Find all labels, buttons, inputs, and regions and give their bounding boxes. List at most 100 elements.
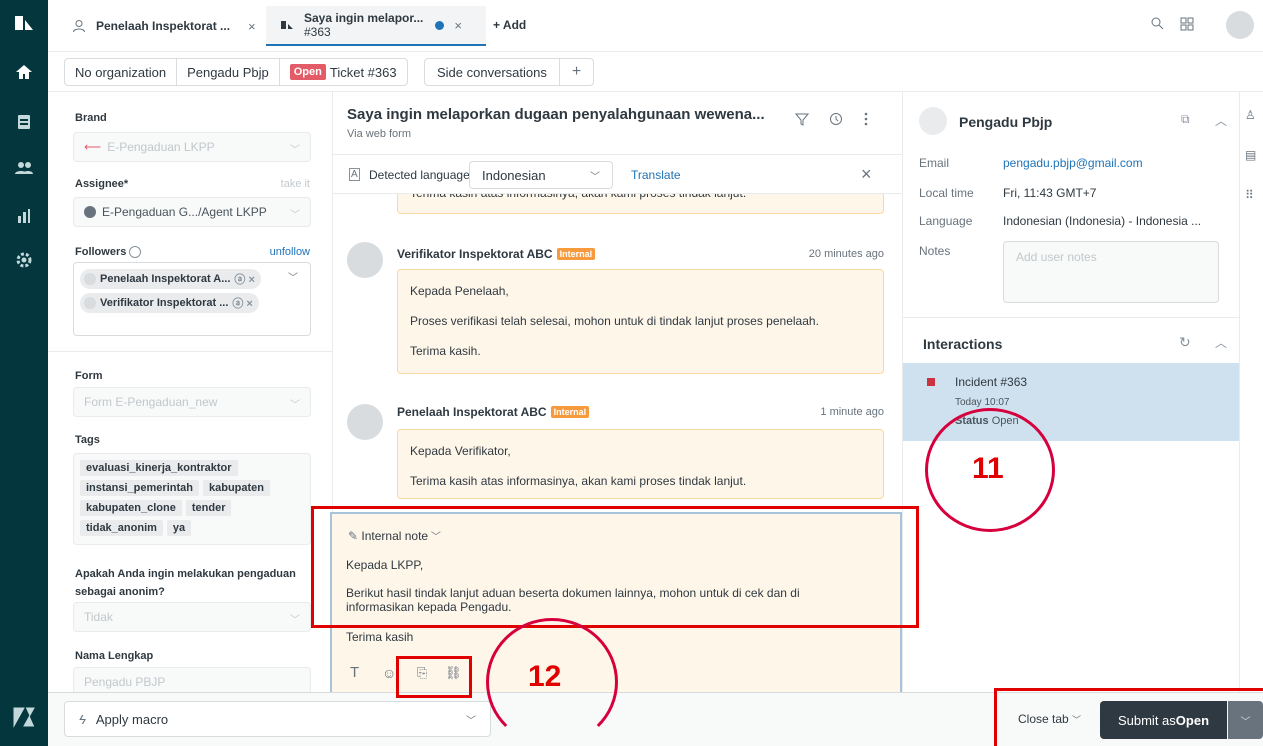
message-time: 1 minute ago bbox=[820, 406, 884, 418]
chevron-up-icon[interactable]: ︿ bbox=[1215, 112, 1227, 129]
anonim-value: Tidak bbox=[84, 610, 113, 624]
crumb-requester[interactable]: Pengadu Pbjp bbox=[177, 59, 280, 85]
tag-chip[interactable]: ya bbox=[166, 520, 192, 536]
detected-language-label: Detected language bbox=[369, 168, 470, 182]
notes-label: Notes bbox=[919, 244, 951, 258]
language-value: Indonesian bbox=[482, 167, 546, 183]
assignee-label: Assignee* bbox=[75, 178, 129, 190]
chevron-up-icon[interactable]: ︿ bbox=[1215, 334, 1227, 351]
admin-gear-icon[interactable] bbox=[14, 250, 34, 270]
ticket-number: Ticket #363 bbox=[329, 64, 397, 80]
refresh-icon[interactable]: ↻ bbox=[1179, 334, 1191, 351]
chevron-down-icon: ﹀ bbox=[290, 145, 300, 156]
customers-icon[interactable] bbox=[14, 158, 34, 178]
add-side-conversation-button[interactable]: + bbox=[558, 59, 593, 85]
apps-grid-icon[interactable] bbox=[1180, 17, 1194, 31]
tag-chip[interactable]: tidak_anonim bbox=[80, 520, 163, 536]
tags-field[interactable]: evaluasi_kinerja_kontraktor instansi_pem… bbox=[73, 453, 311, 545]
nama-lengkap-field[interactable]: Pengadu PBJP bbox=[73, 667, 311, 692]
take-it-link[interactable]: take it bbox=[281, 178, 310, 190]
side-conversations-button[interactable]: Side conversations bbox=[425, 59, 559, 85]
avatar bbox=[347, 404, 383, 440]
annotation-number-11: 11 bbox=[972, 452, 1004, 485]
close-icon[interactable]: ⓐ × bbox=[232, 295, 252, 311]
annotation-number-12: 12 bbox=[528, 660, 562, 693]
customer-name[interactable]: Pengadu Pbjp bbox=[959, 114, 1052, 130]
follower-chip[interactable]: Verifikator Inspektorat ... ⓐ × bbox=[80, 293, 259, 313]
user-icon bbox=[73, 20, 85, 33]
add-tab-button[interactable]: + Add bbox=[493, 18, 526, 32]
author-name[interactable]: Verifikator Inspektorat ABC bbox=[397, 247, 553, 261]
status-badge: Open bbox=[289, 64, 326, 80]
apps-icon[interactable]: ⠿ bbox=[1245, 188, 1254, 202]
tag-chip[interactable]: tender bbox=[185, 500, 232, 516]
apply-macro-select[interactable]: ϟ Apply macro ﹀ bbox=[64, 701, 491, 737]
history-icon[interactable] bbox=[829, 112, 843, 126]
profile-avatar[interactable] bbox=[1226, 11, 1254, 39]
reporting-icon[interactable] bbox=[14, 206, 34, 226]
main-nav bbox=[0, 0, 48, 746]
home-icon[interactable] bbox=[14, 62, 34, 82]
assignee-select[interactable]: E-Pengaduan G.../Agent LKPP ﹀ bbox=[73, 197, 311, 227]
email-label: Email bbox=[919, 156, 950, 170]
tag-chip[interactable]: kabupaten_clone bbox=[80, 500, 182, 516]
tab-ticket-363[interactable]: Saya ingin melapor... #363 × bbox=[266, 6, 486, 46]
customer-context-icon[interactable]: ♙ bbox=[1245, 108, 1256, 122]
brand-select[interactable]: ⟵ E-Pengaduan LKPP ﹀ bbox=[73, 132, 311, 162]
chevron-down-icon: ﹀ bbox=[466, 716, 476, 727]
zendesk-product-icon[interactable] bbox=[12, 706, 36, 728]
form-value: Form E-Pengaduan_new bbox=[84, 395, 218, 409]
tab-title: Saya ingin melapor... bbox=[304, 11, 424, 25]
more-options-icon[interactable] bbox=[863, 112, 869, 126]
composer-line: Terima kasih bbox=[346, 630, 414, 644]
crumb-ticket[interactable]: Open Ticket #363 bbox=[280, 59, 407, 85]
filter-icon[interactable] bbox=[795, 112, 809, 126]
follower-chip[interactable]: Penelaah Inspektorat A... ⓐ × bbox=[80, 269, 261, 289]
translate-link[interactable]: Translate bbox=[631, 168, 681, 182]
info-icon bbox=[129, 246, 142, 259]
open-external-icon[interactable]: ⧉ bbox=[1181, 112, 1190, 127]
followers-field[interactable]: Penelaah Inspektorat A... ⓐ × Verifikator… bbox=[73, 262, 311, 336]
tab-title: Penelaah Inspektorat ... bbox=[96, 19, 231, 33]
brand-label: Brand bbox=[75, 112, 107, 124]
tag-chip[interactable]: kabupaten bbox=[202, 480, 270, 496]
ticket-subject[interactable]: Saya ingin melaporkan dugaan penyalahgun… bbox=[347, 106, 765, 123]
author-name[interactable]: Penelaah Inspektorat ABC bbox=[397, 405, 547, 419]
close-icon[interactable]: × bbox=[454, 18, 462, 33]
zendesk-logo[interactable] bbox=[13, 12, 35, 34]
internal-badge: Internal bbox=[550, 406, 590, 418]
incident-status-icon bbox=[927, 378, 935, 386]
chevron-down-icon[interactable]: ﹀ bbox=[288, 269, 298, 284]
unsaved-dot bbox=[435, 20, 445, 30]
message-line: Proses verifikasi telah selesai, mohon u… bbox=[410, 314, 819, 328]
interactions-header: Interactions ↻ ︿ bbox=[903, 317, 1240, 363]
close-icon[interactable]: × bbox=[861, 164, 872, 185]
form-select[interactable]: Form E-Pengaduan_new ﹀ bbox=[73, 387, 311, 417]
tag-chip[interactable]: evaluasi_kinerja_kontraktor bbox=[80, 460, 238, 476]
tab-penelaah[interactable]: Penelaah Inspektorat ... × bbox=[62, 6, 267, 46]
notes-field[interactable]: Add user notes bbox=[1003, 241, 1219, 303]
anonim-select[interactable]: Tidak ﹀ bbox=[73, 602, 311, 632]
email-value[interactable]: pengadu.pbjp@gmail.com bbox=[1003, 156, 1143, 170]
close-icon[interactable]: × bbox=[248, 19, 256, 34]
text-format-icon[interactable]: T bbox=[350, 664, 359, 681]
form-label: Form bbox=[75, 370, 103, 382]
message-line: Kepada Verifikator, bbox=[410, 444, 511, 458]
brand-logo-icon: ⟵ bbox=[84, 140, 102, 154]
chevron-down-icon: ﹀ bbox=[290, 400, 300, 411]
message-line: Kepada Penelaah, bbox=[410, 284, 509, 298]
close-icon[interactable]: ⓐ × bbox=[234, 271, 254, 287]
tag-chip[interactable]: instansi_pemerintah bbox=[80, 480, 199, 496]
brand-value: E-Pengaduan LKPP bbox=[107, 140, 215, 154]
knowledge-icon[interactable]: ▤ bbox=[1245, 148, 1256, 162]
language-select[interactable]: Indonesian ﹀ bbox=[469, 161, 613, 189]
follower-name: Verifikator Inspektorat ... bbox=[100, 297, 229, 309]
search-icon[interactable] bbox=[1150, 16, 1164, 30]
crumb-organization[interactable]: No organization bbox=[65, 59, 178, 85]
unfollow-link[interactable]: unfollow bbox=[270, 246, 310, 258]
highlight-box-attachment bbox=[396, 656, 472, 698]
views-icon[interactable] bbox=[14, 112, 34, 132]
incident-time: Today 10:07 bbox=[955, 397, 1010, 408]
emoji-icon[interactable]: ☺ bbox=[382, 665, 396, 681]
highlight-box-submit bbox=[994, 688, 1263, 746]
